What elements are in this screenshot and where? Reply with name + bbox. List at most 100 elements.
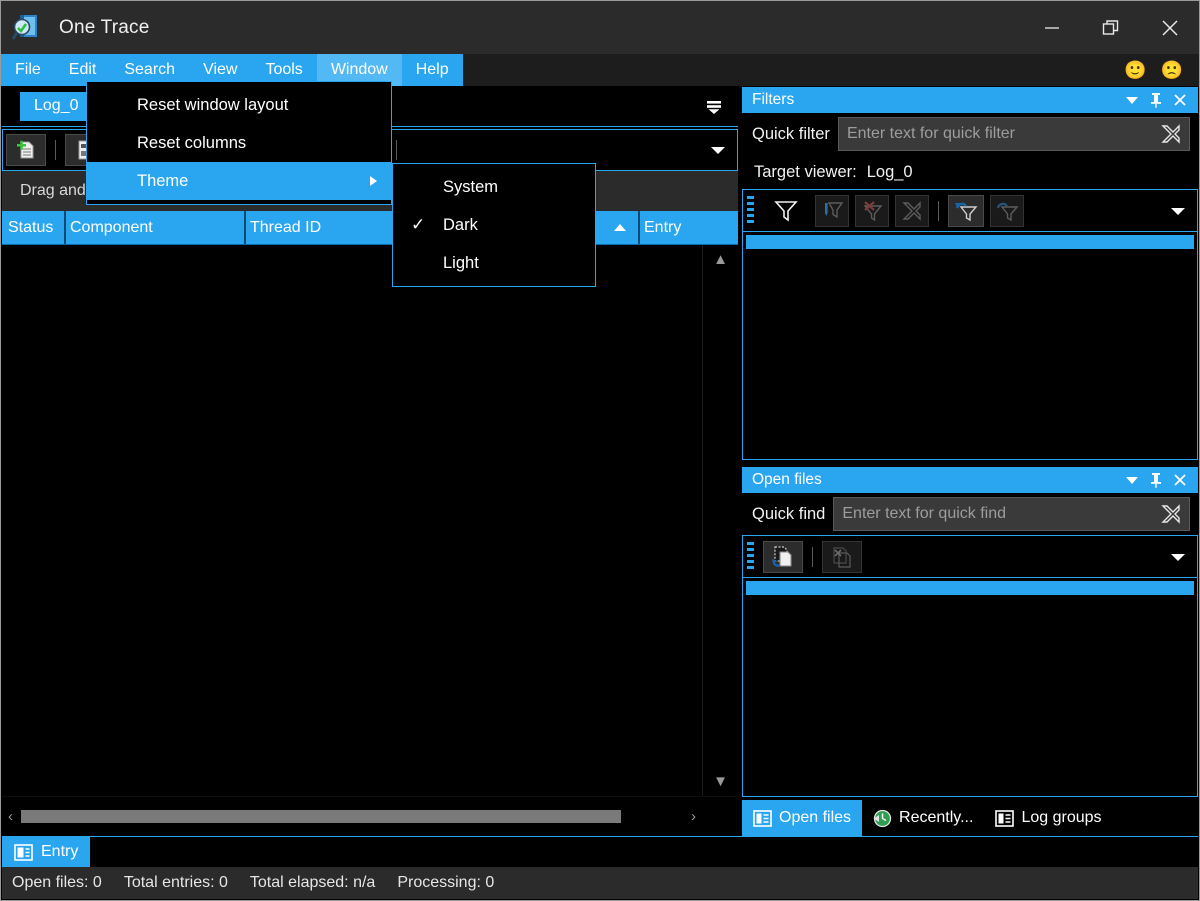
- column-header-threadid[interactable]: Thread ID: [244, 211, 414, 244]
- list-panel-icon: [995, 809, 1015, 827]
- submenu-arrow-icon: [370, 176, 377, 186]
- toolbar-separator: [938, 200, 939, 221]
- filters-toolbar-overflow-chevron-down-icon[interactable]: [1169, 205, 1187, 217]
- column-header-component[interactable]: Component: [64, 211, 244, 244]
- grid-vertical-scrollbar[interactable]: ▲ ▼: [702, 245, 738, 796]
- import-filters-button[interactable]: [948, 194, 984, 227]
- target-viewer-value: Log_0: [866, 162, 913, 181]
- status-total-entries: Total entries: 0: [123, 874, 228, 891]
- menu-item-reset-columns[interactable]: Reset columns: [87, 124, 391, 162]
- filters-panel-title-bar: Filters: [742, 87, 1198, 113]
- toolbar-overflow-chevron-down-icon[interactable]: [709, 144, 727, 156]
- window-title: One Trace: [59, 16, 150, 38]
- quick-find-clear-x-icon[interactable]: [1159, 502, 1183, 526]
- open-files-tab-strip: Open files Recently... Log groups: [742, 800, 1198, 836]
- dock-tab-log-groups[interactable]: Log groups: [984, 800, 1112, 836]
- filters-list[interactable]: [742, 231, 1198, 460]
- filters-toolbar-grip[interactable]: [747, 195, 754, 226]
- menu-item-theme[interactable]: Theme: [87, 162, 391, 200]
- open-files-panel-pin-icon[interactable]: [1144, 469, 1168, 491]
- open-files-panel-menu-chevron-down-icon[interactable]: [1120, 469, 1144, 491]
- scroll-down-icon[interactable]: ▼: [713, 773, 728, 790]
- delete-filter-button[interactable]: [855, 194, 889, 227]
- quick-filter-placeholder: Enter text for quick filter: [846, 125, 1015, 142]
- target-viewer-row: Target viewer: Log_0: [742, 155, 1198, 189]
- filters-list-header-row: [746, 235, 1194, 249]
- reload-files-button[interactable]: [763, 540, 803, 573]
- menu-item-theme-dark-label: Dark: [443, 215, 478, 234]
- application-window: One Trace File Edit Search View Tools Wi…: [0, 0, 1200, 901]
- grid-body[interactable]: ▲ ▼: [2, 245, 738, 796]
- open-files-panel: Open files Quick find Enter text for qui…: [742, 467, 1198, 836]
- filters-panel-close-icon[interactable]: [1168, 89, 1192, 111]
- title-bar: One Trace: [1, 1, 1199, 54]
- menu-item-theme-system[interactable]: System: [393, 168, 595, 206]
- clear-filters-button[interactable]: [895, 194, 929, 227]
- status-total-elapsed: Total elapsed: n/a: [249, 874, 376, 891]
- dock-pane: Filters Quick filter Enter text for quic…: [738, 87, 1198, 836]
- menu-item-theme-label: Theme: [137, 171, 189, 190]
- quick-filter-clear-x-icon[interactable]: [1159, 122, 1183, 146]
- tab-list-icon[interactable]: [704, 98, 724, 116]
- open-files-toolbar-overflow-chevron-down-icon[interactable]: [1169, 551, 1187, 563]
- toolbar-separator: [396, 140, 397, 160]
- scroll-up-icon[interactable]: ▲: [713, 251, 728, 268]
- status-processing: Processing: 0: [397, 874, 495, 891]
- toolbar-separator: [55, 140, 56, 160]
- filters-panel: Filters Quick filter Enter text for quic…: [742, 87, 1198, 460]
- filters-panel-title: Filters: [752, 91, 795, 108]
- edit-filter-button[interactable]: [815, 194, 849, 227]
- quick-find-input[interactable]: Enter text for quick find: [833, 497, 1190, 531]
- open-files-list-header-row: [746, 581, 1194, 595]
- scroll-left-icon[interactable]: ‹: [8, 808, 13, 825]
- menu-file[interactable]: File: [1, 54, 55, 86]
- filters-toolbar: [742, 189, 1198, 231]
- filters-panel-pin-icon[interactable]: [1144, 89, 1168, 111]
- dock-tab-log-groups-label: Log groups: [1021, 809, 1102, 826]
- menu-help[interactable]: Help: [402, 54, 463, 86]
- window-menu-dropdown: Reset window layout Reset columns Theme: [86, 81, 392, 205]
- close-files-button[interactable]: [822, 540, 862, 573]
- feedback-sad-icon[interactable]: 🙁: [1161, 61, 1183, 79]
- close-button[interactable]: [1140, 1, 1199, 54]
- new-log-button[interactable]: [6, 134, 46, 166]
- open-files-panel-close-icon[interactable]: [1168, 469, 1192, 491]
- status-open-files: Open files: 0: [12, 874, 102, 891]
- target-viewer-label: Target viewer:: [754, 162, 857, 181]
- entry-tab[interactable]: Entry: [2, 837, 91, 867]
- minimize-button[interactable]: [1022, 1, 1081, 54]
- document-tab-log0[interactable]: Log_0: [20, 92, 93, 121]
- app-icon: [11, 13, 41, 43]
- add-filter-button[interactable]: [763, 195, 809, 227]
- menu-item-theme-dark[interactable]: ✓ Dark: [393, 206, 595, 244]
- quick-find-placeholder: Enter text for quick find: [842, 505, 1007, 522]
- quick-find-label: Quick find: [752, 504, 826, 523]
- filters-panel-menu-chevron-down-icon[interactable]: [1120, 89, 1144, 111]
- entry-tab-strip: Entry: [2, 836, 1198, 867]
- quick-filter-input[interactable]: Enter text for quick filter: [837, 117, 1190, 151]
- menu-item-theme-light[interactable]: Light: [393, 244, 595, 282]
- open-files-panel-title: Open files: [752, 471, 822, 488]
- scroll-right-icon[interactable]: ›: [691, 808, 696, 825]
- quick-filter-label: Quick filter: [752, 124, 830, 143]
- column-header-entry[interactable]: Entry: [594, 211, 704, 244]
- dock-tab-recently-label: Recently...: [899, 809, 974, 826]
- menu-item-reset-window-layout[interactable]: Reset window layout: [87, 86, 391, 124]
- restore-button[interactable]: [1081, 1, 1140, 54]
- grid-horizontal-scrollbar[interactable]: ‹ ›: [2, 796, 738, 836]
- dock-tab-recently[interactable]: Recently...: [862, 800, 984, 836]
- entry-tab-label: Entry: [41, 843, 79, 860]
- quick-find-row: Quick find Enter text for quick find: [742, 493, 1198, 535]
- hscroll-thumb[interactable]: [21, 810, 621, 823]
- open-files-toolbar-grip[interactable]: [747, 541, 754, 572]
- list-panel-icon: [753, 809, 772, 827]
- window-controls: [1022, 1, 1199, 54]
- sort-ascending-icon: [614, 224, 626, 231]
- dock-tab-open-files[interactable]: Open files: [742, 800, 863, 836]
- column-header-status[interactable]: Status: [2, 211, 64, 244]
- dock-tab-open-files-label: Open files: [779, 809, 852, 826]
- grid-column-headers: Status Component Thread ID Entry: [2, 211, 738, 245]
- export-filters-button[interactable]: [990, 194, 1024, 227]
- open-files-list[interactable]: [742, 577, 1198, 797]
- feedback-happy-icon[interactable]: 🙂: [1124, 61, 1146, 79]
